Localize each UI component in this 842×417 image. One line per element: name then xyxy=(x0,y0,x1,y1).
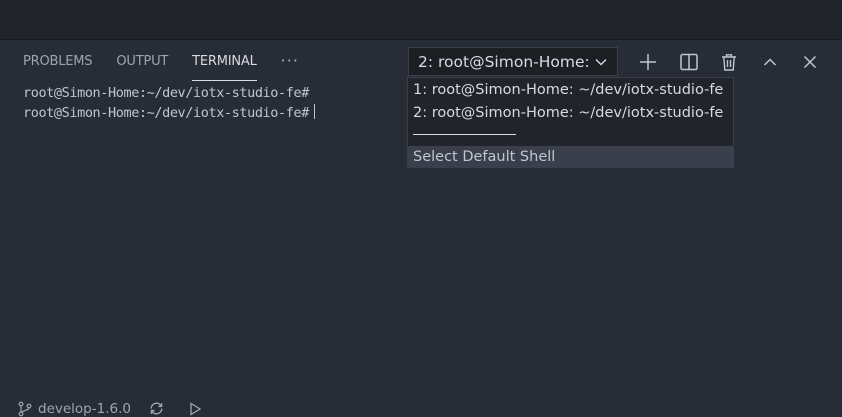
sync-button[interactable] xyxy=(148,400,165,417)
terminal-line: root@Simon-Home:~/dev/iotx-studio-fe# xyxy=(23,85,309,101)
terminal-cursor xyxy=(313,103,315,119)
dropdown-option-terminal-1[interactable]: 1: root@Simon-Home: ~/dev/iotx-studio-fe xyxy=(408,79,733,101)
maximize-panel-button[interactable] xyxy=(758,47,782,76)
terminal-dropdown: 1: root@Simon-Home: ~/dev/iotx-studio-fe… xyxy=(407,77,734,168)
tab-output[interactable]: OUTPUT xyxy=(104,40,180,80)
dropdown-option-select-default-shell[interactable]: Select Default Shell xyxy=(408,146,733,168)
terminal-select-value: 2: root@Simon-Home: xyxy=(418,52,590,71)
chevron-down-icon xyxy=(591,52,611,72)
git-branch-icon xyxy=(17,401,33,417)
close-icon xyxy=(798,50,822,74)
new-terminal-button[interactable] xyxy=(636,47,660,76)
dropdown-option-terminal-2[interactable]: 2: root@Simon-Home: ~/dev/iotx-studio-fe xyxy=(408,102,733,124)
split-terminal-button[interactable] xyxy=(677,47,701,76)
sync-icon xyxy=(148,400,165,417)
chevron-up-icon xyxy=(758,50,782,74)
close-panel-button[interactable] xyxy=(798,47,822,76)
trash-icon xyxy=(717,50,741,74)
split-icon xyxy=(677,50,701,74)
more-actions-button[interactable]: ··· xyxy=(269,40,311,80)
kill-terminal-button[interactable] xyxy=(717,47,741,76)
terminal-output[interactable]: root@Simon-Home:~/dev/iotx-studio-fe# ro… xyxy=(23,84,315,123)
terminal-select[interactable]: 2: root@Simon-Home: xyxy=(408,47,618,76)
terminal-prompt: root@Simon-Home:~/dev/iotx-studio-fe# xyxy=(23,104,309,121)
terminal-line-current: root@Simon-Home:~/dev/iotx-studio-fe# xyxy=(23,103,315,124)
run-button[interactable] xyxy=(187,401,203,417)
branch-status[interactable]: develop-1.6.0 xyxy=(17,401,131,417)
editor-area xyxy=(0,0,842,40)
dropdown-separator xyxy=(413,134,516,135)
tab-terminal[interactable]: TERMINAL xyxy=(180,40,269,81)
tab-problems[interactable]: PROBLEMS xyxy=(0,40,104,80)
plus-icon xyxy=(636,50,660,74)
panel-tabs: PROBLEMS OUTPUT TERMINAL ··· xyxy=(0,40,311,82)
play-icon xyxy=(187,401,203,417)
status-bar: develop-1.6.0 xyxy=(0,393,842,417)
branch-name: develop-1.6.0 xyxy=(38,400,131,417)
